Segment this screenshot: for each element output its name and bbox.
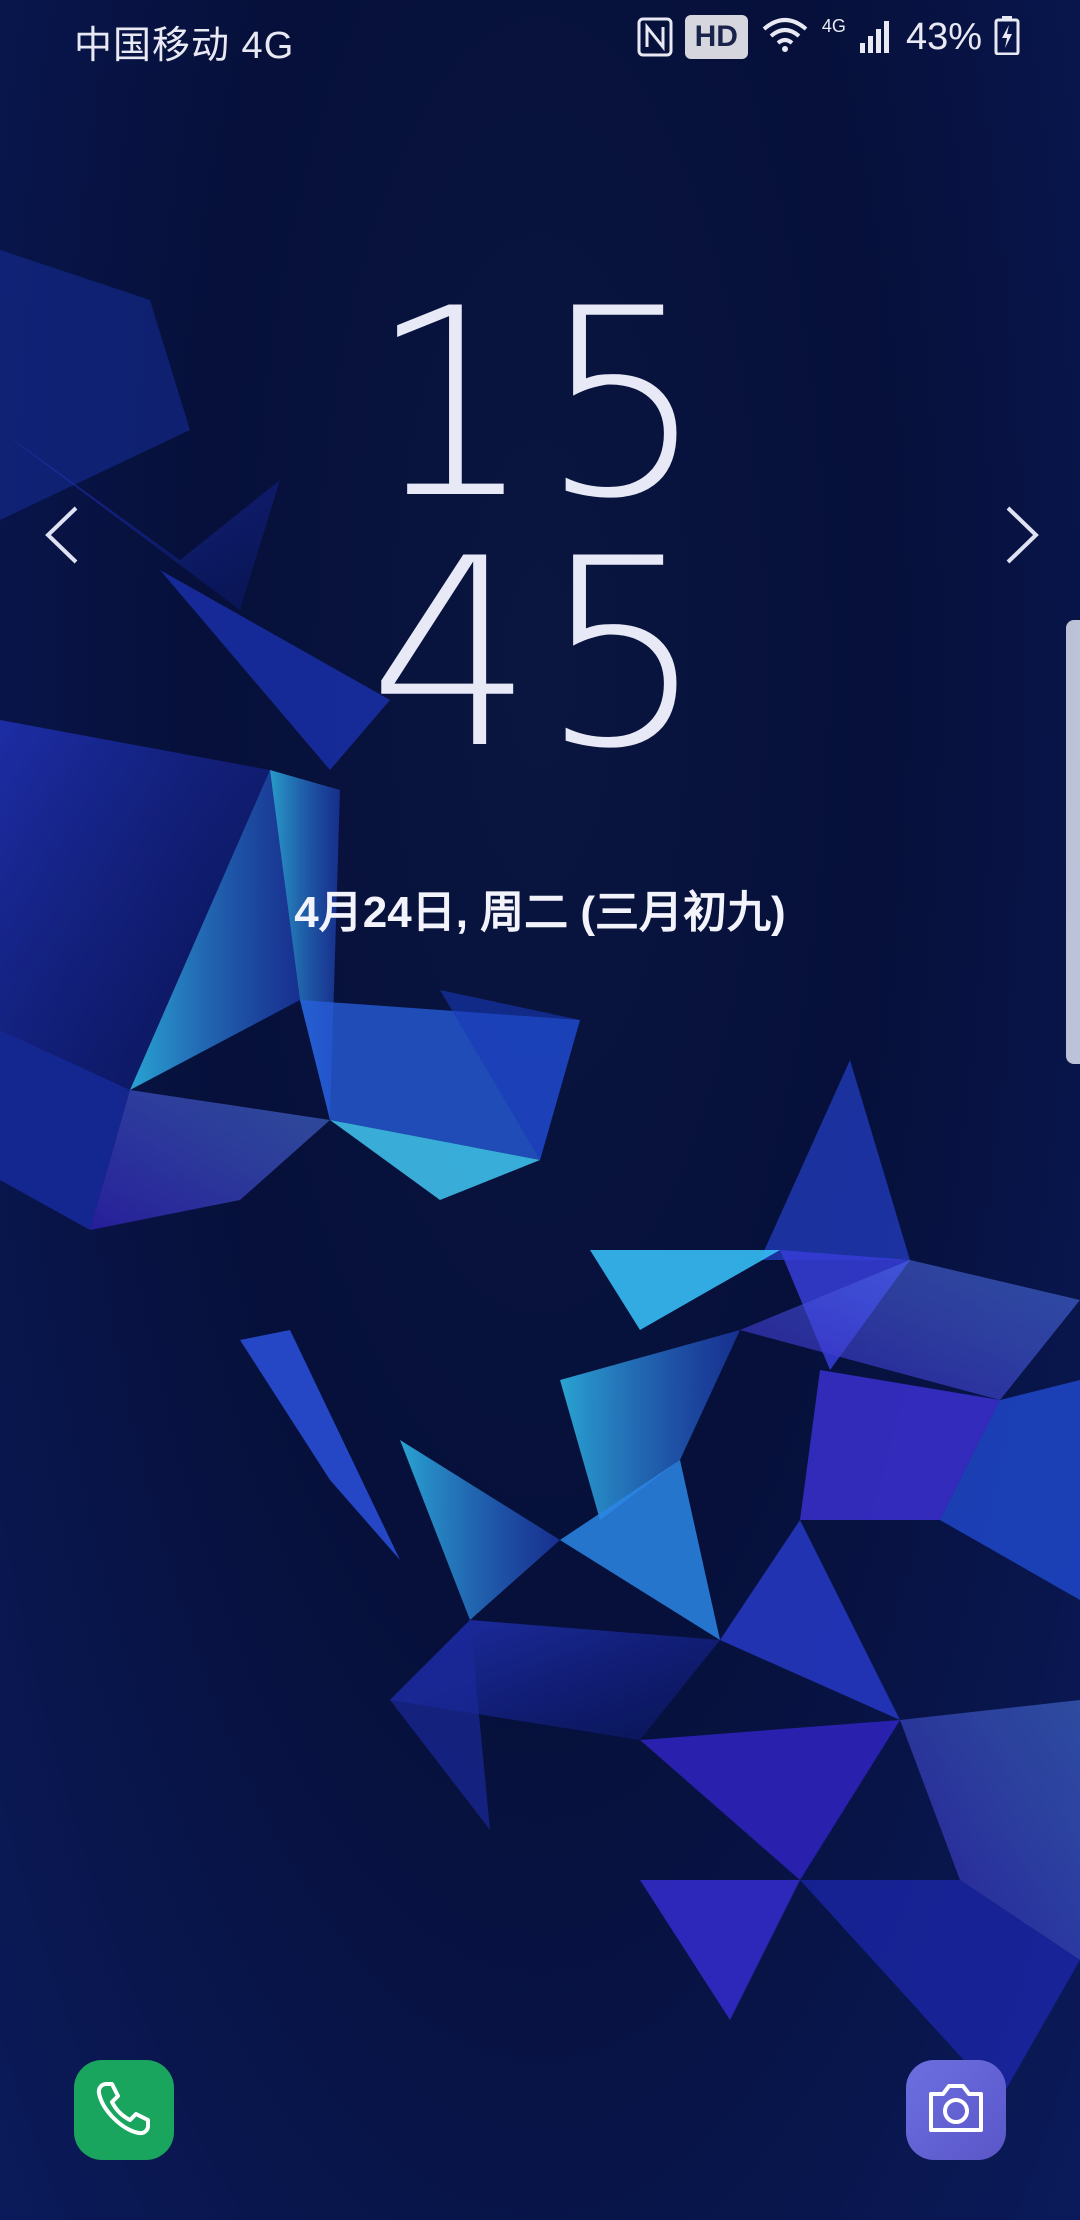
nfc-icon xyxy=(637,17,673,57)
lockscreen-clock: 15 45 xyxy=(0,254,1080,806)
phone-icon xyxy=(92,2076,156,2145)
edge-panel-handle[interactable] xyxy=(1066,620,1080,1064)
status-icons: HD 4G 43% xyxy=(637,12,1020,62)
hd-badge: HD xyxy=(684,15,748,59)
carrier-label: 中国移动 4G xyxy=(74,25,295,67)
battery-percent: 43% xyxy=(905,15,982,58)
signal-icon xyxy=(858,15,894,60)
lockscreen-date: 4月24日, 周二 (三月初九) xyxy=(294,888,786,937)
clock-hour: 15 xyxy=(368,254,712,556)
phone-shortcut-button[interactable] xyxy=(74,2060,174,2160)
network-type-label: 4G xyxy=(821,16,846,36)
status-bar: 中国移动 4G HD 4G 43% xyxy=(0,0,1080,80)
battery-charging-icon xyxy=(994,15,1020,60)
clock-minute: 45 xyxy=(368,504,712,806)
camera-shortcut-button[interactable] xyxy=(906,2060,1006,2160)
wifi-icon xyxy=(760,15,810,60)
camera-icon xyxy=(923,2078,989,2143)
